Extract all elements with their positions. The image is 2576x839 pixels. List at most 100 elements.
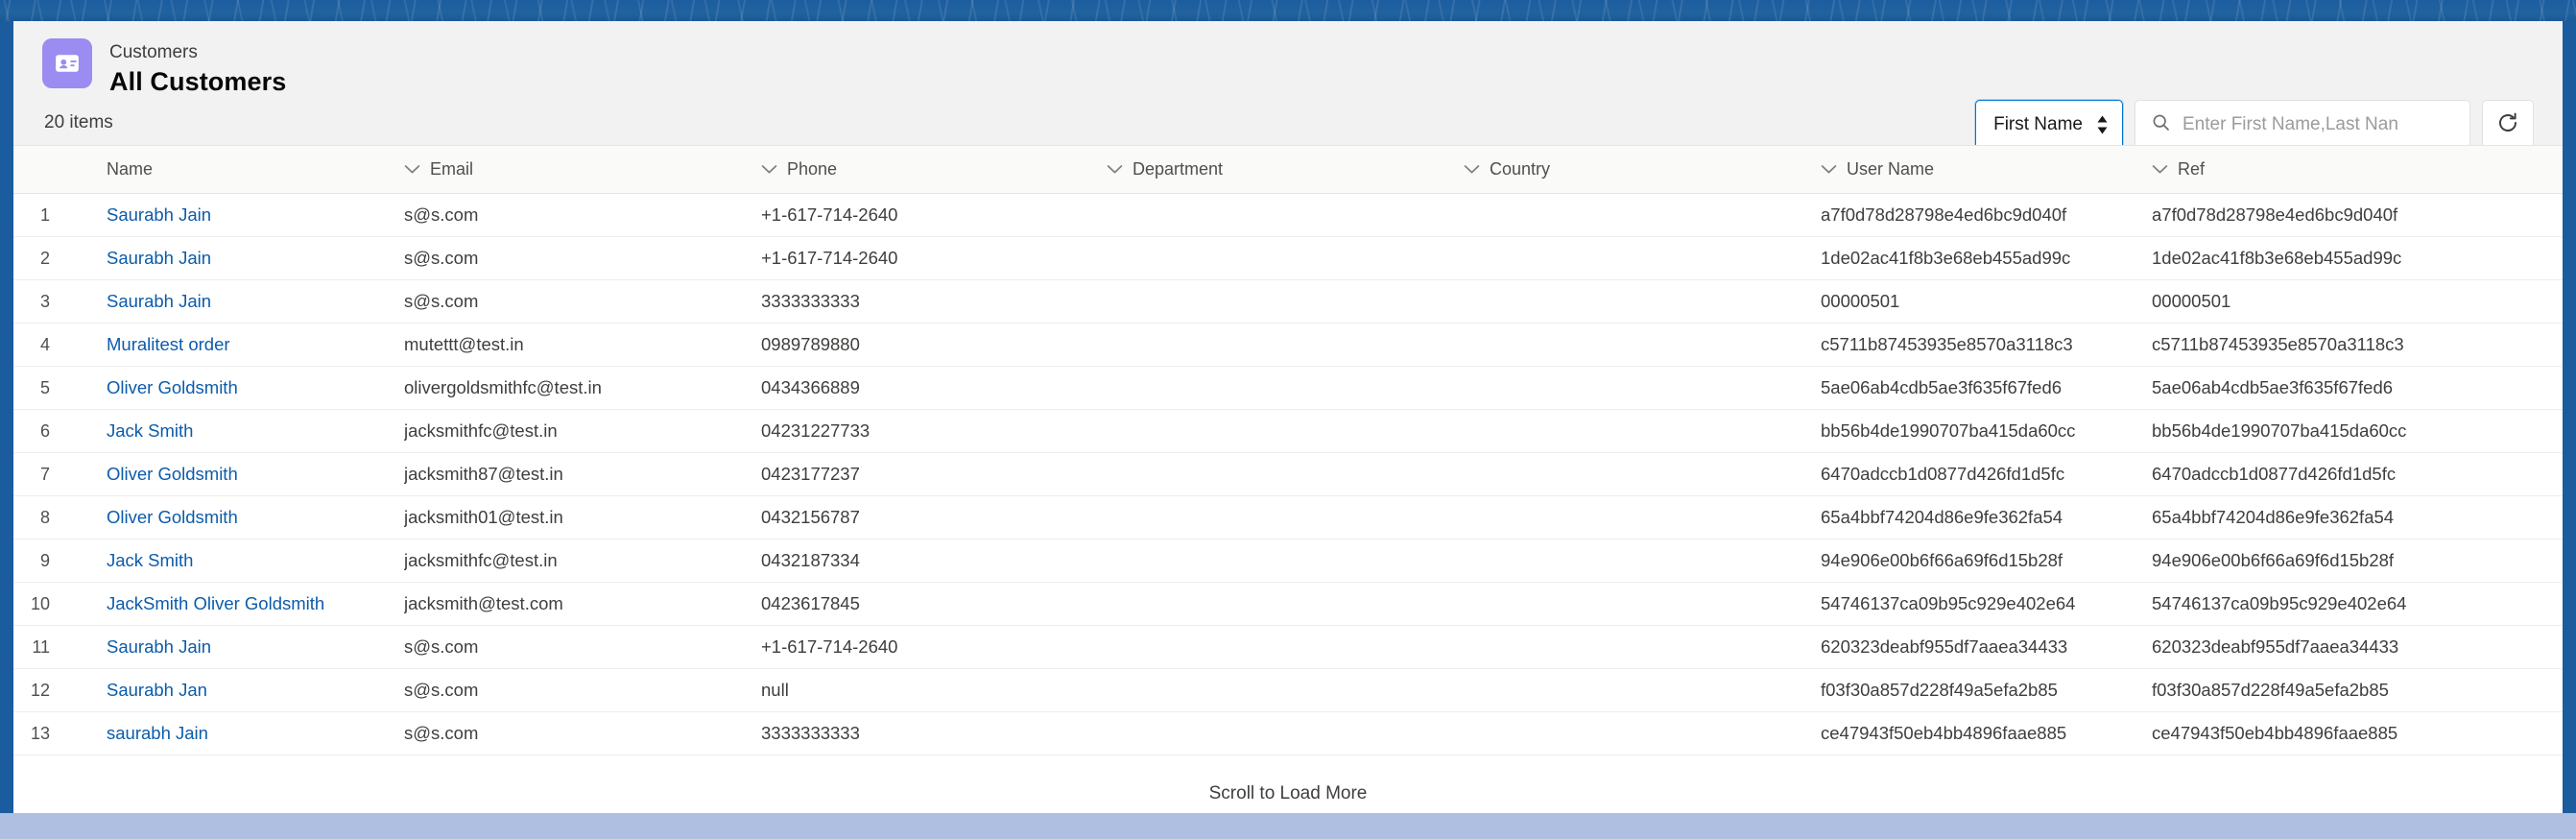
cell-email: mutettt@test.in [404,324,761,367]
cell-phone: +1-617-714-2640 [761,237,1107,280]
table-row[interactable]: 6Jack Smithjacksmithfc@test.in0423122773… [13,410,2563,453]
table-row[interactable]: 4Muralitest ordermutettt@test.in09897898… [13,324,2563,367]
chevron-down-icon[interactable] [2152,159,2168,180]
cell-phone: null [761,669,1107,712]
search-input[interactable] [2182,114,2454,135]
cell-name[interactable]: Muralitest order [63,324,404,367]
cell-email: s@s.com [404,237,761,280]
table-row[interactable]: 11Saurabh Jains@s.com+1-617-714-26406203… [13,626,2563,669]
data-table-container[interactable]: Name Email Phone [13,145,2563,813]
cell-email: jacksmithfc@test.in [404,539,761,583]
column-header-country[interactable]: Country [1464,146,1821,194]
cell-name[interactable]: Saurabh Jain [63,237,404,280]
table-row[interactable]: 10JackSmith Oliver Goldsmithjacksmith@te… [13,583,2563,626]
column-header-email[interactable]: Email [404,146,761,194]
header-titles: Customers All Customers [109,38,286,99]
table-row[interactable]: 1Saurabh Jains@s.com+1-617-714-2640a7f0d… [13,194,2563,237]
column-label-department: Department [1133,159,1223,180]
column-header-ref[interactable]: Ref [2152,146,2563,194]
column-header-phone[interactable]: Phone [761,146,1107,194]
cell-country [1464,626,1821,669]
cell-phone: 0432156787 [761,496,1107,539]
table-row[interactable]: 13saurabh Jains@s.com3333333333ce47943f5… [13,712,2563,755]
record-link[interactable]: Oliver Goldsmith [107,377,238,397]
cell-name[interactable]: JackSmith Oliver Goldsmith [63,583,404,626]
search-box[interactable] [2135,100,2470,150]
record-link[interactable]: Saurabh Jain [107,636,211,657]
chevron-down-icon[interactable] [1464,159,1480,180]
column-header-index [13,146,63,194]
cell-department [1107,626,1464,669]
cell-ref: f03f30a857d228f49a5efa2b85 [2152,669,2563,712]
cell-department [1107,583,1464,626]
row-index: 10 [13,583,63,626]
cell-name[interactable]: Oliver Goldsmith [63,367,404,410]
table-row[interactable]: 12Saurabh Jans@s.comnullf03f30a857d228f4… [13,669,2563,712]
row-index: 12 [13,669,63,712]
chevron-down-icon[interactable] [1821,159,1837,180]
record-link[interactable]: Muralitest order [107,334,230,354]
cell-phone: +1-617-714-2640 [761,194,1107,237]
record-link[interactable]: Oliver Goldsmith [107,507,238,527]
record-link[interactable]: Jack Smith [107,550,193,570]
record-link[interactable]: JackSmith Oliver Goldsmith [107,593,324,613]
column-header-name[interactable]: Name [63,146,404,194]
cell-name[interactable]: Jack Smith [63,410,404,453]
cell-country [1464,237,1821,280]
record-link[interactable]: Saurabh Jain [107,204,211,225]
cell-phone: +1-617-714-2640 [761,626,1107,669]
record-link[interactable]: Jack Smith [107,420,193,441]
cell-ref: a7f0d78d28798e4ed6bc9d040f [2152,194,2563,237]
cell-ref: 620323deabf955df7aaea34433 [2152,626,2563,669]
cell-name[interactable]: Saurabh Jain [63,280,404,324]
record-link[interactable]: Oliver Goldsmith [107,464,238,484]
scroll-to-load-more[interactable]: Scroll to Load More [13,775,2563,813]
column-label-name: Name [107,159,153,180]
cell-name[interactable]: Oliver Goldsmith [63,453,404,496]
search-cluster: First Name [1975,100,2534,150]
cell-name[interactable]: Oliver Goldsmith [63,496,404,539]
record-link[interactable]: Saurabh Jan [107,680,207,700]
column-header-department[interactable]: Department [1107,146,1464,194]
refresh-button[interactable] [2482,100,2534,150]
cell-ref: 1de02ac41f8b3e68eb455ad99c [2152,237,2563,280]
cell-department [1107,367,1464,410]
table-row[interactable]: 3Saurabh Jains@s.com33333333330000050100… [13,280,2563,324]
table-row[interactable]: 8Oliver Goldsmithjacksmith01@test.in0432… [13,496,2563,539]
cell-name[interactable]: Saurabh Jan [63,669,404,712]
column-label-email: Email [430,159,473,180]
cell-department [1107,712,1464,755]
contact-card-icon [42,38,92,88]
cell-name[interactable]: Saurabh Jain [63,194,404,237]
cell-name[interactable]: Jack Smith [63,539,404,583]
header-row: Name Email Phone [13,146,2563,194]
top-decorative-band [0,0,2576,21]
record-link[interactable]: saurabh Jain [107,723,208,743]
cell-user-name: f03f30a857d228f49a5efa2b85 [1821,669,2152,712]
cell-name[interactable]: Saurabh Jain [63,626,404,669]
load-more-label: Scroll to Load More [1209,783,1368,804]
row-index: 11 [13,626,63,669]
object-label: Customers [109,40,286,65]
table-row[interactable]: 9Jack Smithjacksmithfc@test.in0432187334… [13,539,2563,583]
cell-department [1107,539,1464,583]
table-row[interactable]: 5Oliver Goldsmitholivergoldsmithfc@test.… [13,367,2563,410]
cell-country [1464,410,1821,453]
cell-country [1464,583,1821,626]
chevron-down-icon[interactable] [761,159,777,180]
refresh-icon [2496,111,2519,139]
column-header-user-name[interactable]: User Name [1821,146,2152,194]
cell-country [1464,453,1821,496]
cell-ref: 6470adccb1d0877d426fd1d5fc [2152,453,2563,496]
chevron-down-icon[interactable] [1107,159,1123,180]
table-row[interactable]: 7Oliver Goldsmithjacksmith87@test.in0423… [13,453,2563,496]
cell-user-name: 54746137ca09b95c929e402e64 [1821,583,2152,626]
cell-email: s@s.com [404,280,761,324]
cell-name[interactable]: saurabh Jain [63,712,404,755]
record-link[interactable]: Saurabh Jain [107,291,211,311]
cell-department [1107,324,1464,367]
table-row[interactable]: 2Saurabh Jains@s.com+1-617-714-26401de02… [13,237,2563,280]
record-link[interactable]: Saurabh Jain [107,248,211,268]
search-field-picklist[interactable]: First Name [1975,100,2123,150]
chevron-down-icon[interactable] [404,159,420,180]
